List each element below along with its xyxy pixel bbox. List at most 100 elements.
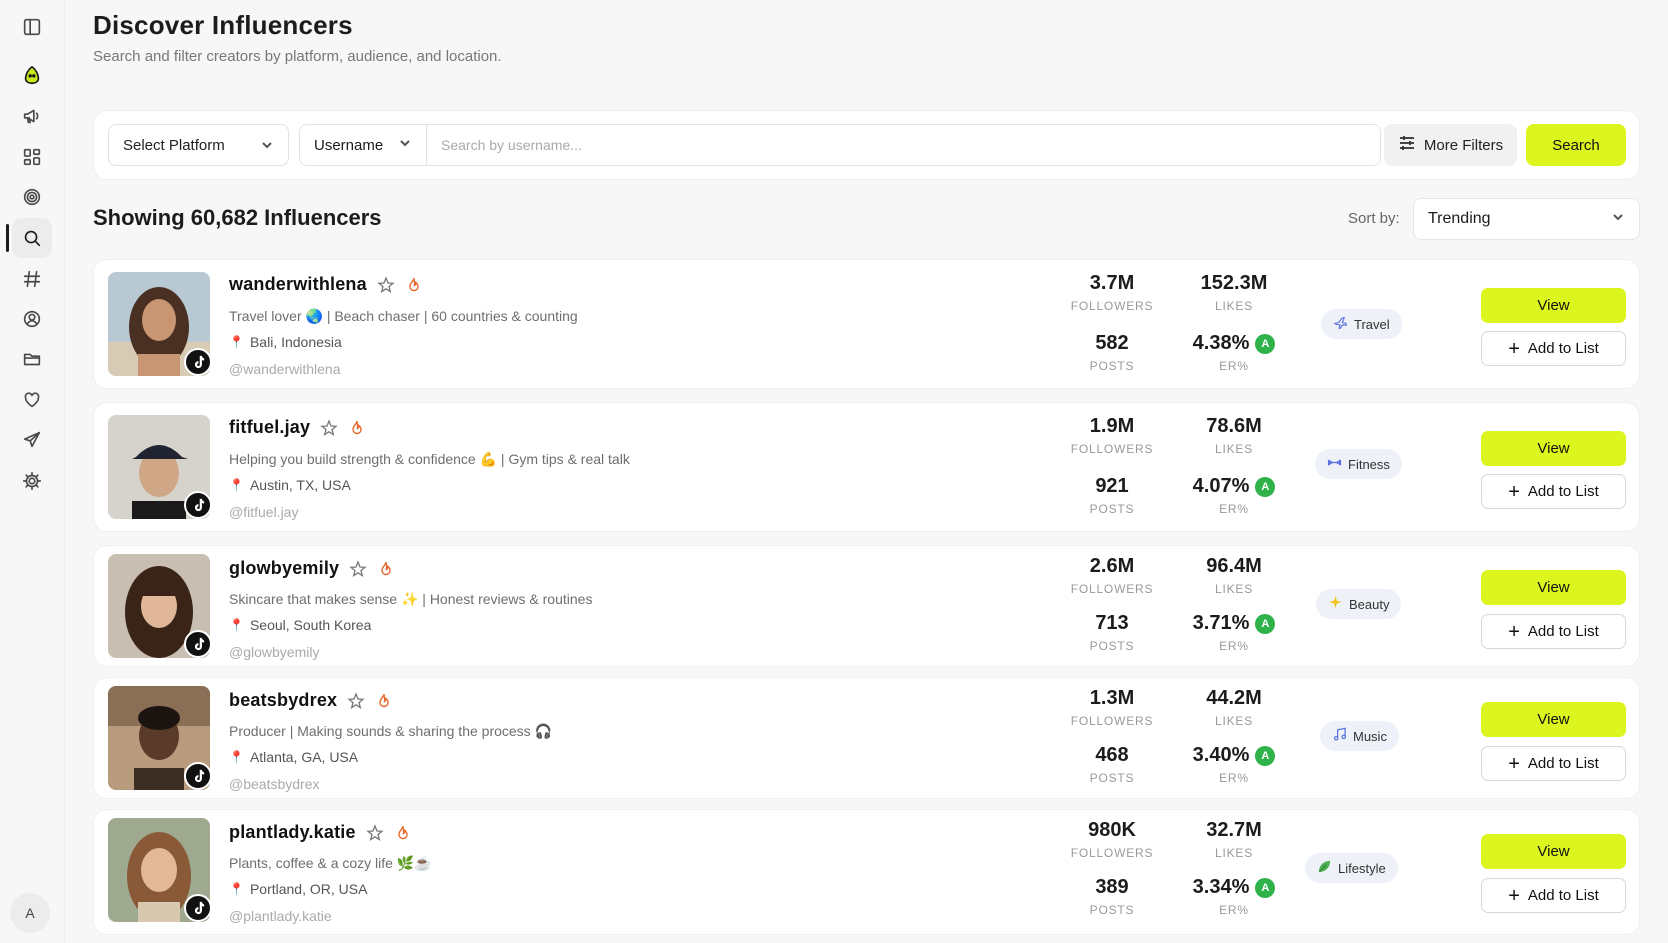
view-button[interactable]: View bbox=[1481, 570, 1626, 605]
add-to-list-label: Add to List bbox=[1527, 755, 1599, 772]
sort-select[interactable]: Trending bbox=[1413, 198, 1640, 240]
influencer-handle: @fitfuel.jay bbox=[229, 504, 299, 520]
view-button[interactable]: View bbox=[1481, 702, 1626, 737]
followers-label: FOLLOWERS bbox=[1070, 299, 1154, 313]
plus-icon: + bbox=[1508, 620, 1520, 643]
er-value: 4.07% bbox=[1192, 475, 1250, 497]
leaf-icon bbox=[1317, 859, 1332, 877]
sidebar: A bbox=[0, 0, 65, 943]
add-to-list-button[interactable]: + Add to List bbox=[1481, 878, 1626, 913]
add-to-list-button[interactable]: + Add to List bbox=[1481, 474, 1626, 509]
followers-value: 1.3M bbox=[1089, 687, 1135, 709]
platform-select-label: Select Platform bbox=[123, 136, 225, 154]
search-field-select[interactable]: Username bbox=[300, 125, 427, 165]
plus-icon: + bbox=[1508, 884, 1520, 907]
category-label: Lifestyle bbox=[1338, 860, 1386, 876]
er-stat: 4.38% A ER% bbox=[1179, 332, 1289, 373]
flame-icon bbox=[405, 276, 423, 294]
influencer-bio: Skincare that makes sense ✨ | Honest rev… bbox=[229, 591, 593, 607]
er-label: ER% bbox=[1219, 903, 1249, 917]
er-label: ER% bbox=[1219, 359, 1249, 373]
more-filters-label: More Filters bbox=[1423, 136, 1504, 154]
pin-icon: 📍 bbox=[229, 882, 244, 896]
grade-badge: A bbox=[1255, 877, 1276, 898]
followers-label: FOLLOWERS bbox=[1070, 442, 1154, 456]
search-icon[interactable] bbox=[6, 218, 52, 258]
add-to-list-button[interactable]: + Add to List bbox=[1481, 746, 1626, 781]
influencer-name[interactable]: glowbyemily bbox=[229, 558, 339, 579]
influencer-bio: Travel lover 🌏 | Beach chaser | 60 count… bbox=[229, 308, 578, 324]
tiktok-icon bbox=[184, 762, 212, 790]
likes-stat: 78.6M LIKES bbox=[1179, 415, 1289, 456]
add-to-list-label: Add to List bbox=[1527, 483, 1599, 500]
heart-icon[interactable] bbox=[12, 380, 52, 420]
logo-icon[interactable] bbox=[12, 55, 52, 95]
search-button[interactable]: Search bbox=[1526, 124, 1626, 166]
er-stat: 4.07% A ER% bbox=[1179, 475, 1289, 516]
posts-value: 468 bbox=[1095, 744, 1129, 766]
posts-label: POSTS bbox=[1089, 903, 1135, 917]
tiktok-icon bbox=[184, 630, 212, 658]
view-button[interactable]: View bbox=[1481, 288, 1626, 323]
megaphone-icon[interactable] bbox=[12, 96, 52, 136]
grade-badge: A bbox=[1255, 476, 1276, 497]
user-avatar[interactable]: A bbox=[10, 893, 50, 933]
pin-icon: 📍 bbox=[229, 618, 244, 632]
pin-icon: 📍 bbox=[229, 750, 244, 764]
influencer-name[interactable]: wanderwithlena bbox=[229, 274, 367, 295]
influencer-location: 📍 Bali, Indonesia bbox=[229, 334, 342, 350]
search-field-label: Username bbox=[314, 136, 384, 154]
music-note-icon bbox=[1332, 727, 1347, 745]
grade-badge: A bbox=[1255, 745, 1276, 766]
star-icon[interactable] bbox=[377, 275, 395, 294]
view-button[interactable]: View bbox=[1481, 431, 1626, 466]
category-label: Music bbox=[1353, 728, 1387, 744]
category-label: Travel bbox=[1354, 316, 1390, 332]
influencer-handle: @plantlady.katie bbox=[229, 908, 332, 924]
er-value: 3.40% bbox=[1192, 744, 1250, 766]
dashboard-icon[interactable] bbox=[12, 137, 52, 177]
platform-select[interactable]: Select Platform bbox=[108, 124, 289, 166]
star-icon[interactable] bbox=[347, 691, 365, 710]
add-to-list-label: Add to List bbox=[1527, 887, 1599, 904]
add-to-list-button[interactable]: + Add to List bbox=[1481, 614, 1626, 649]
search-input[interactable] bbox=[427, 125, 1380, 165]
chevron-down-icon bbox=[260, 138, 274, 152]
star-icon[interactable] bbox=[366, 823, 384, 842]
posts-stat: 468 POSTS bbox=[1057, 744, 1167, 785]
followers-value: 980K bbox=[1088, 819, 1136, 841]
folder-icon[interactable] bbox=[12, 339, 52, 379]
send-icon[interactable] bbox=[12, 420, 52, 460]
influencer-card: plantlady.katie Plants, coffee & a cozy … bbox=[93, 809, 1640, 935]
location-text: Seoul, South Korea bbox=[249, 617, 372, 633]
likes-stat: 44.2M LIKES bbox=[1179, 687, 1289, 728]
more-filters-button[interactable]: More Filters bbox=[1384, 124, 1517, 166]
likes-label: LIKES bbox=[1214, 582, 1254, 596]
target-icon[interactable] bbox=[12, 177, 52, 217]
influencer-bio: Plants, coffee & a cozy life 🌿☕ bbox=[229, 855, 432, 871]
posts-label: POSTS bbox=[1089, 359, 1135, 373]
influencer-location: 📍 Atlanta, GA, USA bbox=[229, 749, 358, 765]
panel-toggle-icon[interactable] bbox=[12, 7, 52, 47]
influencer-name[interactable]: fitfuel.jay bbox=[229, 417, 310, 438]
location-text: Bali, Indonesia bbox=[249, 334, 342, 350]
influencer-name[interactable]: plantlady.katie bbox=[229, 822, 356, 843]
followers-stat: 1.3M FOLLOWERS bbox=[1057, 687, 1167, 728]
view-button[interactable]: View bbox=[1481, 834, 1626, 869]
followers-label: FOLLOWERS bbox=[1070, 846, 1154, 860]
influencer-handle: @beatsbydrex bbox=[229, 776, 320, 792]
likes-value: 32.7M bbox=[1206, 819, 1262, 841]
grade-badge: A bbox=[1255, 333, 1276, 354]
influencer-card: beatsbydrex Producer | Making sounds & s… bbox=[93, 677, 1640, 799]
influencer-name[interactable]: beatsbydrex bbox=[229, 690, 337, 711]
posts-stat: 582 POSTS bbox=[1057, 332, 1167, 373]
add-to-list-button[interactable]: + Add to List bbox=[1481, 331, 1626, 366]
star-icon[interactable] bbox=[320, 418, 338, 437]
user-circle-icon[interactable] bbox=[12, 299, 52, 339]
er-label: ER% bbox=[1219, 502, 1249, 516]
location-text: Portland, OR, USA bbox=[249, 881, 368, 897]
hashtag-icon[interactable] bbox=[12, 259, 52, 299]
er-label: ER% bbox=[1219, 771, 1249, 785]
settings-icon[interactable] bbox=[12, 461, 52, 501]
star-icon[interactable] bbox=[349, 559, 367, 578]
